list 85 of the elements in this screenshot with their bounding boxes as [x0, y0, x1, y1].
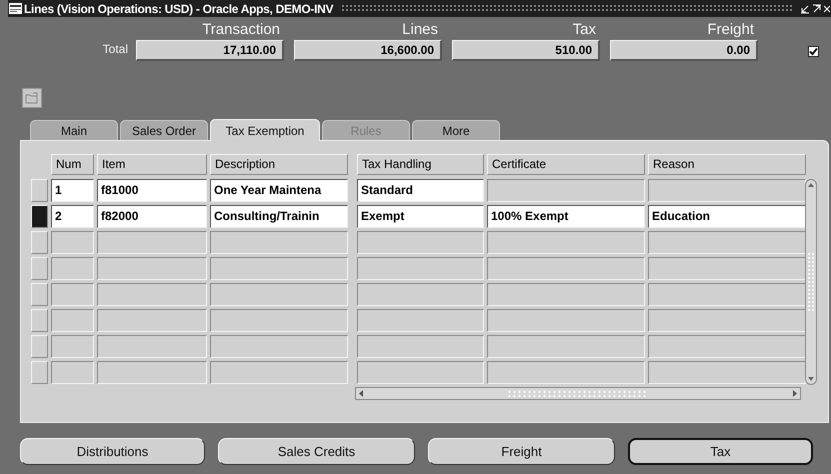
tab[interactable]: More — [412, 120, 500, 140]
total-field: 17,110.00 — [136, 40, 284, 61]
tab[interactable]: Main — [30, 120, 118, 140]
scroll-thumb[interactable] — [807, 252, 815, 312]
action-button[interactable]: Tax — [628, 438, 813, 465]
table-cell[interactable]: 2 — [51, 205, 94, 228]
tab[interactable]: Tax Exemption — [210, 119, 320, 141]
column-header: Description — [210, 154, 348, 175]
empty-cell[interactable] — [51, 309, 94, 332]
total-heading: Tax — [572, 21, 597, 39]
table-cell[interactable]: Standard — [357, 179, 484, 202]
table-cell[interactable]: Consulting/Trainin — [210, 205, 348, 228]
empty-cell[interactable] — [210, 335, 348, 358]
empty-cell[interactable] — [97, 361, 207, 384]
empty-cell[interactable] — [97, 283, 207, 306]
empty-cell[interactable] — [648, 283, 806, 306]
horizontal-scrollbar[interactable] — [355, 387, 801, 400]
empty-cell[interactable] — [357, 257, 484, 280]
table-cell[interactable]: 1 — [51, 179, 94, 202]
total-heading: Lines — [402, 21, 439, 39]
empty-cell[interactable] — [357, 361, 484, 384]
empty-cell[interactable] — [487, 361, 645, 384]
table-cell[interactable]: 100% Exempt — [487, 205, 645, 228]
total-heading: Transaction — [202, 21, 281, 39]
minimize-icon[interactable] — [800, 4, 810, 14]
folder-icon — [25, 92, 39, 104]
close-icon[interactable] — [824, 4, 830, 14]
empty-cell[interactable] — [648, 231, 806, 254]
empty-cell[interactable] — [357, 283, 484, 306]
app-icon — [9, 3, 22, 14]
empty-cell[interactable] — [51, 335, 94, 358]
total-field: 0.00 — [610, 40, 758, 61]
table-cell[interactable]: One Year Maintena — [210, 179, 348, 202]
empty-cell[interactable] — [487, 309, 645, 332]
checkbox[interactable] — [808, 46, 819, 57]
empty-cell[interactable] — [51, 361, 94, 384]
empty-cell[interactable] — [357, 335, 484, 358]
column-header: Tax Handling — [357, 154, 484, 175]
empty-cell[interactable] — [648, 179, 806, 202]
total-field: 510.00 — [452, 40, 600, 61]
empty-cell[interactable] — [210, 283, 348, 306]
empty-cell[interactable] — [97, 231, 207, 254]
vertical-scrollbar[interactable] — [805, 179, 817, 385]
empty-cell[interactable] — [648, 361, 806, 384]
empty-cell[interactable] — [487, 335, 645, 358]
check-icon — [809, 47, 818, 56]
row-selector[interactable] — [31, 205, 48, 228]
folder-button[interactable] — [22, 88, 42, 108]
window-title: Lines (Vision Operations: USD) - Oracle Apps, DEMO-INV — [24, 0, 334, 18]
empty-cell[interactable] — [97, 335, 207, 358]
empty-cell[interactable] — [487, 231, 645, 254]
empty-cell[interactable] — [357, 309, 484, 332]
empty-cell[interactable] — [51, 257, 94, 280]
maximize-icon[interactable] — [812, 4, 822, 14]
action-button[interactable]: Sales Credits — [218, 438, 415, 465]
empty-cell[interactable] — [487, 257, 645, 280]
empty-cell[interactable] — [487, 283, 645, 306]
column-header: Item — [97, 154, 207, 175]
empty-cell[interactable] — [210, 361, 348, 384]
empty-cell[interactable] — [97, 257, 207, 280]
empty-cell[interactable] — [210, 257, 348, 280]
scroll-thumb[interactable] — [507, 390, 647, 398]
tab[interactable]: Sales Order — [120, 120, 208, 140]
empty-cell[interactable] — [97, 309, 207, 332]
empty-cell[interactable] — [357, 231, 484, 254]
empty-cell[interactable] — [648, 335, 806, 358]
action-button[interactable]: Distributions — [20, 438, 205, 465]
column-header: Reason — [648, 154, 806, 175]
empty-cell[interactable] — [648, 309, 806, 332]
empty-cell[interactable] — [210, 309, 348, 332]
empty-cell[interactable] — [51, 283, 94, 306]
empty-cell[interactable] — [487, 179, 645, 202]
table-cell[interactable]: Exempt — [357, 205, 484, 228]
total-field: 16,600.00 — [294, 40, 442, 61]
total-heading: Freight — [707, 21, 755, 39]
table-cell[interactable]: f82000 — [97, 205, 207, 228]
empty-cell[interactable] — [51, 231, 94, 254]
empty-cell[interactable] — [648, 257, 806, 280]
table-cell[interactable]: Education — [648, 205, 806, 228]
column-header: Num — [51, 154, 94, 175]
total-label: Total — [102, 41, 129, 58]
table-cell[interactable]: f81000 — [97, 179, 207, 202]
empty-cell[interactable] — [210, 231, 348, 254]
column-header: Certificate — [487, 154, 645, 175]
action-button[interactable]: Freight — [428, 438, 615, 465]
